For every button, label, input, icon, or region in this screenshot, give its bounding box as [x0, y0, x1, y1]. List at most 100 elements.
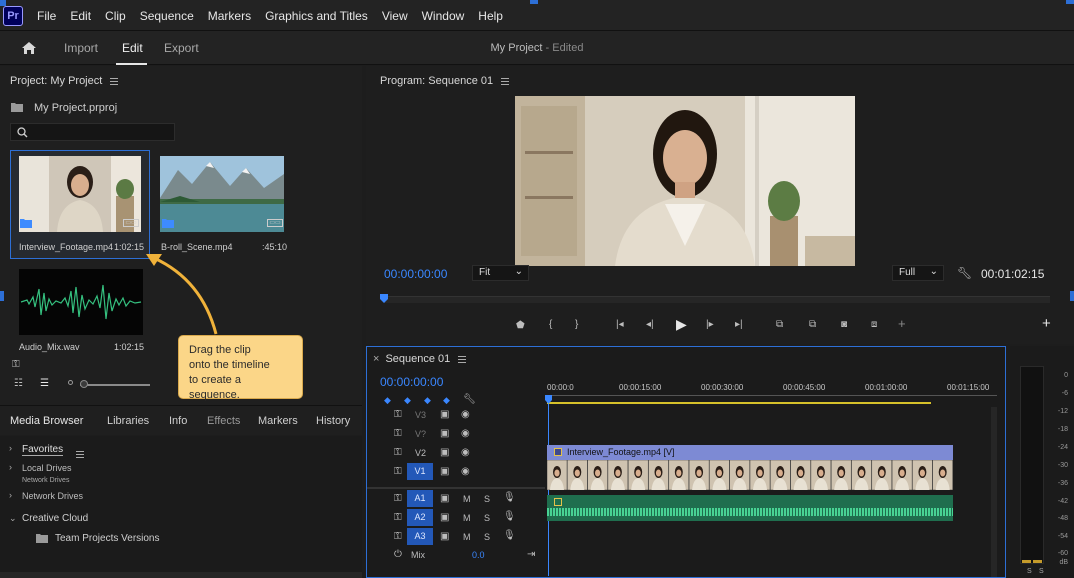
- menu-graphics[interactable]: Graphics and Titles: [258, 9, 375, 23]
- sync-icon[interactable]: ▣: [440, 531, 449, 542]
- program-timecode[interactable]: 00:00:00:00: [384, 267, 447, 281]
- timeline-scrollbar[interactable]: [991, 407, 997, 577]
- eye-icon[interactable]: ◉: [461, 466, 470, 477]
- comparison-view-icon[interactable]: ⧈: [871, 319, 877, 330]
- expand-icon[interactable]: ›: [9, 443, 12, 453]
- film-icon[interactable]: ▣: [440, 466, 449, 477]
- track-label-v1[interactable]: V1: [407, 463, 433, 480]
- scrollbar[interactable]: [0, 572, 362, 578]
- menu-edit[interactable]: Edit: [63, 9, 98, 23]
- film-icon[interactable]: ▣: [440, 409, 449, 420]
- mute-button[interactable]: M: [463, 513, 471, 523]
- go-to-in-icon[interactable]: |◂: [616, 319, 624, 330]
- mic-icon[interactable]: 🎙︎: [503, 530, 516, 541]
- media-creative-cloud[interactable]: Creative Cloud: [22, 513, 88, 524]
- sync-icon[interactable]: ▣: [440, 493, 449, 504]
- film-icon[interactable]: ▣: [440, 447, 449, 458]
- media-local-drives[interactable]: Local Drives: [22, 463, 72, 473]
- step-forward-icon[interactable]: |▸: [706, 319, 714, 330]
- solo-button[interactable]: S: [484, 494, 490, 504]
- solo-right-button[interactable]: S: [1039, 568, 1044, 575]
- wrench-icon[interactable]: 🔧︎: [957, 266, 972, 280]
- program-monitor-title[interactable]: Program: Sequence 01: [380, 75, 510, 87]
- fit-dropdown[interactable]: Fit ⌄: [472, 265, 529, 281]
- mark-out-icon[interactable]: }: [575, 319, 578, 330]
- work-area-bar[interactable]: [547, 402, 931, 404]
- panel-menu-icon[interactable]: [458, 355, 467, 363]
- menu-view[interactable]: View: [375, 9, 415, 23]
- tab-info[interactable]: Info: [169, 415, 187, 427]
- add-small-icon[interactable]: +: [898, 316, 906, 331]
- solo-button[interactable]: S: [484, 532, 490, 542]
- lift-icon[interactable]: ⧉: [776, 319, 783, 330]
- icon-view-icon[interactable]: ☰: [40, 378, 49, 389]
- extract-icon[interactable]: ⧉: [809, 319, 816, 330]
- caption-icon[interactable]: ◆: [443, 395, 450, 406]
- add-marker-icon[interactable]: ◆: [424, 395, 431, 406]
- eye-icon[interactable]: ◉: [461, 447, 470, 458]
- lock-icon[interactable]: ⚿: [394, 447, 402, 458]
- track-label-a3[interactable]: A3: [407, 528, 433, 545]
- media-network-drives[interactable]: Network Drives: [22, 491, 83, 501]
- solo-left-button[interactable]: S: [1027, 568, 1032, 575]
- mic-icon[interactable]: 🎙︎: [503, 511, 516, 522]
- linked-selection-icon[interactable]: ◆: [404, 395, 411, 406]
- lock-icon[interactable]: ⚿: [394, 466, 402, 477]
- list-view-icon[interactable]: ☷: [14, 378, 23, 389]
- lock-icon[interactable]: ⚿: [394, 493, 402, 504]
- tab-media-browser[interactable]: Media Browser: [10, 415, 83, 427]
- film-icon[interactable]: ▣: [440, 428, 449, 439]
- project-panel-title[interactable]: Project: My Project: [10, 75, 119, 87]
- audio-clip[interactable]: [547, 495, 953, 521]
- quality-dropdown[interactable]: Full ⌄: [892, 265, 944, 281]
- lock-icon[interactable]: ⚿: [394, 531, 402, 542]
- eye-icon[interactable]: ◉: [461, 428, 470, 439]
- expand-icon[interactable]: ›: [9, 462, 12, 472]
- timeline-settings-icon[interactable]: 🔧︎: [463, 394, 476, 405]
- play-icon[interactable]: ▶: [676, 316, 687, 333]
- track-label-a1[interactable]: A1: [407, 490, 433, 507]
- video-clip-header[interactable]: Interview_Footage.mp4 [V]: [547, 445, 953, 460]
- marker-icon[interactable]: ⬟: [516, 320, 525, 331]
- solo-button[interactable]: S: [484, 513, 490, 523]
- sequence-timecode[interactable]: 00:00:00:00: [380, 375, 443, 389]
- zoom-out-icon[interactable]: [68, 380, 73, 385]
- menu-sequence[interactable]: Sequence: [133, 9, 201, 23]
- track-label-v3[interactable]: V3: [415, 410, 426, 420]
- lock-icon[interactable]: ⚿: [12, 359, 20, 370]
- menu-markers[interactable]: Markers: [201, 9, 258, 23]
- track-label-a2[interactable]: A2: [407, 509, 433, 526]
- go-to-next-icon[interactable]: ⇥: [527, 549, 535, 560]
- sync-icon[interactable]: ▣: [440, 512, 449, 523]
- eye-icon[interactable]: ◉: [461, 409, 470, 420]
- export-frame-icon[interactable]: ◙: [841, 319, 847, 330]
- media-team-projects[interactable]: Team Projects Versions: [55, 533, 160, 544]
- clip-interview[interactable]: ▭▭ Interview_Footage.mp4 1:02:15: [10, 150, 150, 259]
- lock-icon[interactable]: ⚿: [394, 512, 402, 523]
- clip-audio[interactable]: Audio_Mix.wav 1:02:15: [10, 266, 150, 356]
- mark-in-icon[interactable]: {: [549, 319, 552, 330]
- tab-history[interactable]: History: [316, 415, 350, 427]
- clip-broll[interactable]: ▭▭ B-roll_Scene.mp4 :45:10: [155, 150, 295, 259]
- menu-window[interactable]: Window: [415, 9, 472, 23]
- menu-file[interactable]: File: [30, 9, 63, 23]
- timeline-title[interactable]: × Sequence 01: [373, 353, 467, 365]
- panel-menu-icon[interactable]: [110, 77, 119, 85]
- button-editor-icon[interactable]: +: [1042, 315, 1051, 332]
- media-favorites[interactable]: Favorites: [22, 444, 64, 456]
- lock-icon[interactable]: ⚿: [394, 409, 402, 420]
- panel-menu-icon[interactable]: [76, 450, 84, 458]
- expand-icon[interactable]: ›: [9, 490, 12, 500]
- collapse-icon[interactable]: ⌄: [9, 513, 17, 524]
- panel-menu-icon[interactable]: [501, 77, 510, 85]
- go-to-out-icon[interactable]: ▸|: [735, 319, 743, 330]
- tab-libraries[interactable]: Libraries: [107, 415, 149, 427]
- menu-clip[interactable]: Clip: [98, 9, 133, 23]
- time-ruler[interactable]: 00:00:0 00:00:15:00 00:00:30:00 00:00:45…: [547, 380, 997, 404]
- mix-value[interactable]: 0.0: [472, 550, 485, 560]
- tab-effects[interactable]: Effects: [207, 415, 240, 427]
- menu-help[interactable]: Help: [471, 9, 510, 23]
- project-search-input[interactable]: [10, 123, 175, 141]
- program-scrubber[interactable]: [384, 296, 1050, 303]
- step-back-icon[interactable]: ◂|: [646, 319, 654, 330]
